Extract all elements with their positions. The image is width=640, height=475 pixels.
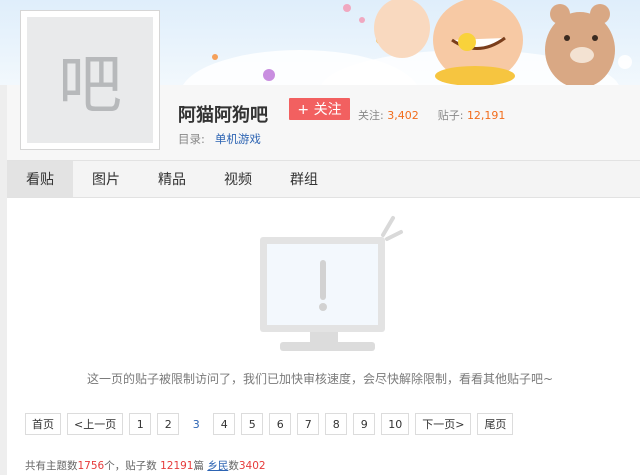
forum-summary: 共有主题数1756个，贴子数 12191篇 乡民数3402 <box>25 458 266 473</box>
page-8-link[interactable]: 8 <box>325 413 348 435</box>
forum-title[interactable]: 阿猫阿狗吧 <box>178 101 268 127</box>
page-2-link[interactable]: 2 <box>157 413 180 435</box>
followers-label: 关注: <box>358 109 384 122</box>
restricted-message: 这一页的贴子被限制访问了，我们已加快审核速度，会尽快解除限制，看看其他贴子吧~ <box>86 372 554 386</box>
page-10-link[interactable]: 10 <box>381 413 410 435</box>
forum-stats: 关注: 3,402 贴子: 12,191 <box>358 107 505 123</box>
directory-link[interactable]: 单机游戏 <box>215 132 261 146</box>
left-border-strip <box>0 85 7 475</box>
page-5-link[interactable]: 5 <box>241 413 264 435</box>
page-first-button[interactable]: 首页 <box>25 413 61 435</box>
forum-directory: 目录: 单机游戏 <box>178 131 261 147</box>
pagination: 首页 <上一页 1 2 3 4 5 6 7 8 9 10 下一页> 尾页 <box>25 413 514 435</box>
follow-button[interactable]: + 关注 <box>289 98 350 120</box>
summary-topics-count: 1756 <box>77 460 105 472</box>
page-7-link[interactable]: 7 <box>297 413 320 435</box>
tab-groups[interactable]: 群组 <box>271 161 337 197</box>
tab-posts[interactable]: 看贴 <box>7 161 73 197</box>
page-last-button[interactable]: 尾页 <box>477 413 514 435</box>
page-next-button[interactable]: 下一页> <box>415 413 472 435</box>
summary-members-prefix: 数 <box>228 460 239 472</box>
summary-posts-unit: 篇 <box>193 460 208 472</box>
forum-avatar-inner: 吧 <box>27 17 153 143</box>
page-1-link[interactable]: 1 <box>129 413 152 435</box>
summary-members-count: 3402 <box>238 460 266 472</box>
summary-members-link[interactable]: 乡民 <box>207 460 228 472</box>
summary-posts-count: 12191 <box>160 460 194 472</box>
page-6-link[interactable]: 6 <box>269 413 292 435</box>
page-4-link[interactable]: 4 <box>213 413 236 435</box>
tab-videos[interactable]: 视频 <box>205 161 271 197</box>
directory-label: 目录: <box>178 132 205 146</box>
posts-label: 贴子: <box>437 109 464 122</box>
summary-topics-unit: 个，贴子数 <box>104 460 161 472</box>
page-9-link[interactable]: 9 <box>353 413 376 435</box>
restricted-monitor-icon <box>255 215 405 360</box>
summary-topics-prefix: 共有主题数 <box>25 460 78 472</box>
forum-tab-bar: 看贴 图片 精品 视频 群组 <box>7 160 640 198</box>
followers-count: 3,402 <box>387 109 419 122</box>
page-prev-button[interactable]: <上一页 <box>67 413 124 435</box>
forum-avatar-char: 吧 <box>58 49 122 123</box>
page-3-current: 3 <box>185 413 208 435</box>
posts-count: 12,191 <box>466 109 506 122</box>
forum-avatar[interactable]: 吧 <box>20 10 160 150</box>
tab-featured[interactable]: 精品 <box>139 161 205 197</box>
tab-images[interactable]: 图片 <box>73 161 139 197</box>
